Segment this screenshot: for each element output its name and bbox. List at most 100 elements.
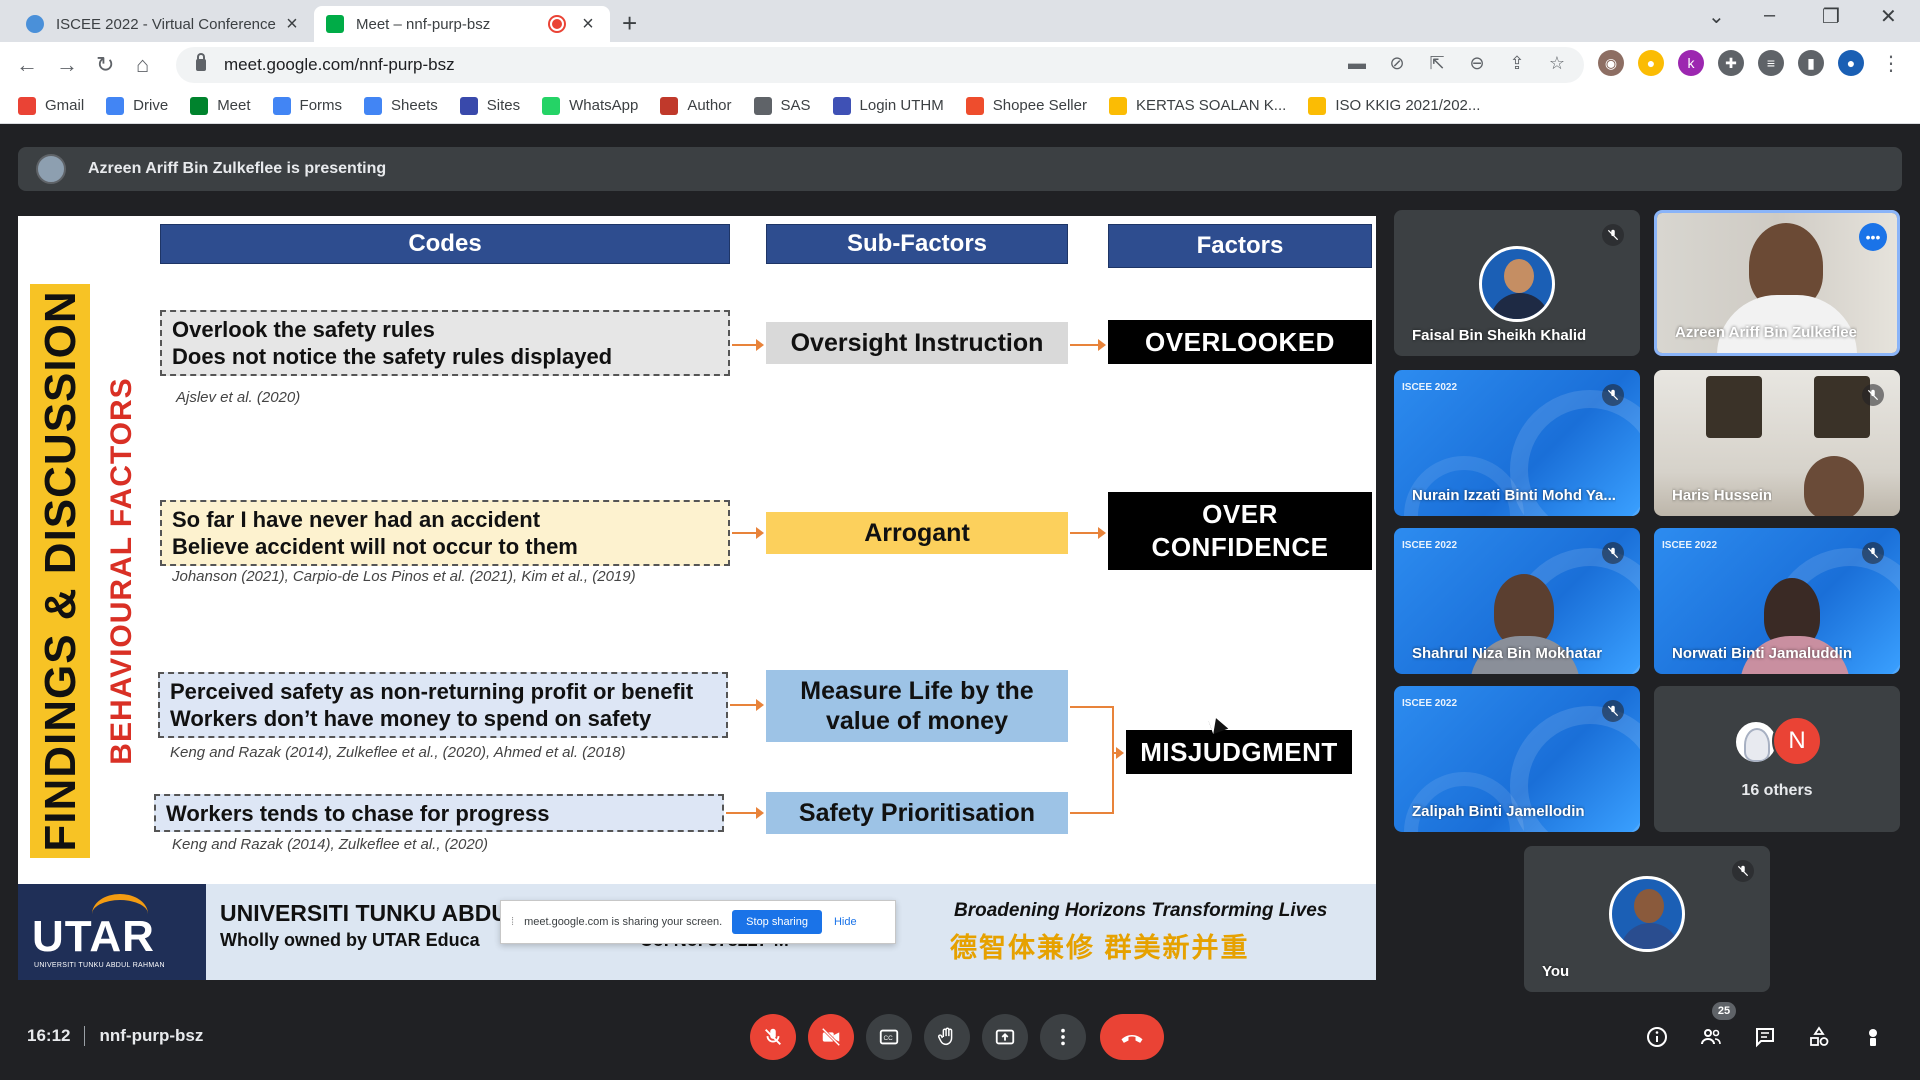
bookmark-item[interactable]: KERTAS SOALAN K... [1108,96,1287,115]
participant-tile-presenter[interactable]: ••• Azreen Ariff Bin Zulkeflee [1654,210,1900,356]
share-notice-text: meet.google.com is sharing your screen. [524,916,723,928]
code-line: Perceived safety as non-returning profit… [170,679,694,704]
participant-tile[interactable]: ISCEE 2022 Norwati Binti Jamaluddin [1654,528,1900,674]
bookmark-item[interactable]: SAS [753,96,811,115]
drag-handle-icon[interactable]: ⁞ [511,916,514,928]
meeting-controls-bar: 16:12 nnf-purp-bsz CC [0,1000,1920,1080]
mic-off-icon [1602,700,1624,722]
tab-meet[interactable]: Meet – nnf-purp-bsz × [314,6,610,42]
citation: Ajslev et al. (2020) [176,389,301,406]
participant-tile[interactable]: Faisal Bin Sheikh Khalid [1394,210,1640,356]
subfactor-box: Safety Prioritisation [766,792,1068,834]
participant-tile[interactable]: ISCEE 2022 Nurain Izzati Binti Mohd Ya..… [1394,370,1640,516]
participant-tile[interactable]: Haris Hussein [1654,370,1900,516]
media-icon[interactable]: ≡ [1758,50,1784,76]
close-icon[interactable]: × [282,13,302,35]
participant-tile[interactable]: ISCEE 2022 Zalipah Binti Jamellodin [1394,686,1640,832]
host-controls-button[interactable] [1858,1022,1888,1052]
profile-avatar[interactable]: ● [1838,50,1864,76]
star-icon[interactable]: ☆ [1546,53,1568,74]
bookmark-label: Forms [299,97,343,114]
leave-call-button[interactable] [1100,1014,1164,1060]
bookmark-item[interactable]: Author [660,96,732,115]
mic-off-icon [1732,860,1754,882]
bookmark-item[interactable]: WhatsApp [542,96,638,115]
share-icon[interactable]: ⇪ [1506,53,1528,74]
bookmarks-bar: Gmail Drive Meet Forms Sheets Sites WhatsApp Au… [0,88,1920,124]
more-options-icon[interactable]: ••• [1859,223,1887,251]
participant-name: Azreen Ariff Bin Zulkeflee [1675,324,1857,341]
bookmark-item[interactable]: Login UTHM [832,96,944,115]
hand-icon [938,1027,953,1046]
sidepanel-icon[interactable]: ▮ [1798,50,1824,76]
participant-tile[interactable]: ISCEE 2022 Shahrul Niza Bin Mokhatar [1394,528,1640,674]
camera-toggle-button[interactable] [808,1014,854,1060]
chat-button[interactable] [1750,1022,1780,1052]
present-button[interactable] [982,1014,1028,1060]
minimize-icon[interactable]: – [1764,4,1775,27]
tab-iscee[interactable]: ISCEE 2022 - Virtual Conference × [14,6,314,42]
participant-name: Norwati Binti Jamaluddin [1672,645,1853,662]
captions-button[interactable]: CC [866,1014,912,1060]
presenting-bar: Azreen Ariff Bin Zulkeflee is presenting [18,147,1902,191]
mic-off-icon [1862,542,1884,564]
bookmark-item[interactable]: Meet [190,96,251,115]
factor-box: OVER CONFIDENCE [1108,492,1372,570]
code-line: Overlook the safety rules [172,317,435,342]
meeting-info: 16:12 nnf-purp-bsz [27,1026,203,1046]
raise-hand-button[interactable] [924,1014,970,1060]
maximize-icon[interactable]: ❐ [1822,4,1840,29]
bookmark-item[interactable]: Forms [272,96,343,115]
drive-icon [1308,96,1327,115]
new-tab-icon[interactable]: + [622,8,637,39]
bookmark-label: KERTAS SOALAN K... [1135,97,1287,114]
k-extension-icon[interactable]: k [1678,50,1704,76]
more-options-button[interactable] [1040,1014,1086,1060]
puzzle-icon[interactable]: ✚ [1718,50,1744,76]
bookmark-item[interactable]: Sites [459,96,521,115]
bookmark-item[interactable]: Drive [106,96,168,115]
google-icon [272,96,291,115]
tab-search-icon[interactable]: ⌄ [1708,4,1725,29]
close-icon[interactable]: × [578,13,598,35]
forward-icon[interactable]: → [56,52,78,78]
stop-sharing-button[interactable]: Stop sharing [732,910,822,934]
chat-icon [1756,1028,1774,1048]
participant-video [1804,456,1864,516]
bookmark-label: ISO KKIG 2021/202... [1335,97,1481,114]
meeting-details-button[interactable] [1642,1022,1672,1052]
bookmark-item[interactable]: ISO KKIG 2021/202... [1308,96,1481,115]
activities-button[interactable] [1804,1022,1834,1052]
tab-title: ISCEE 2022 - Virtual Conference [56,15,276,33]
menu-icon[interactable]: ⋮ [1878,50,1904,76]
bookmark-item[interactable]: Gmail [18,96,84,115]
blocked-icon[interactable]: ⊘ [1386,53,1408,74]
home-icon[interactable]: ⌂ [136,52,149,78]
others-tile[interactable]: N 16 others [1654,686,1900,832]
bookmark-item[interactable]: Shopee Seller [965,96,1087,115]
conference-tag: ISCEE 2022 [1402,698,1458,709]
reload-icon[interactable]: ↻ [96,52,114,78]
bookmark-item[interactable]: Sheets [364,96,438,115]
open-external-icon[interactable]: ⇱ [1426,53,1448,74]
arrow [732,527,764,539]
bulb-extension-icon[interactable]: ● [1638,50,1664,76]
address-bar[interactable]: meet.google.com/nnf-purp-bsz ▬ ⊘ ⇱ ⊖ ⇪ ☆ [176,47,1584,83]
drive-icon [1108,96,1127,115]
self-tile[interactable]: You [1524,846,1770,992]
back-icon[interactable]: ← [16,52,38,78]
window-close-icon[interactable]: ✕ [1880,4,1897,29]
connector-line [1070,812,1114,814]
participant-name: Shahrul Niza Bin Mokhatar [1412,645,1603,662]
bookmark-label: Sites [486,97,521,114]
mic-off-icon [1602,224,1624,246]
zoom-icon[interactable]: ⊖ [1466,53,1488,74]
camera-icon[interactable]: ▬ [1346,53,1368,74]
owl-extension-icon[interactable]: ◉ [1598,50,1624,76]
people-button[interactable] [1696,1022,1726,1052]
mic-off-icon [1602,542,1624,564]
lock-icon[interactable] [196,53,206,71]
mic-toggle-button[interactable] [750,1014,796,1060]
hide-button[interactable]: Hide [834,916,857,928]
factor-box: MISJUDGMENT [1126,730,1352,774]
